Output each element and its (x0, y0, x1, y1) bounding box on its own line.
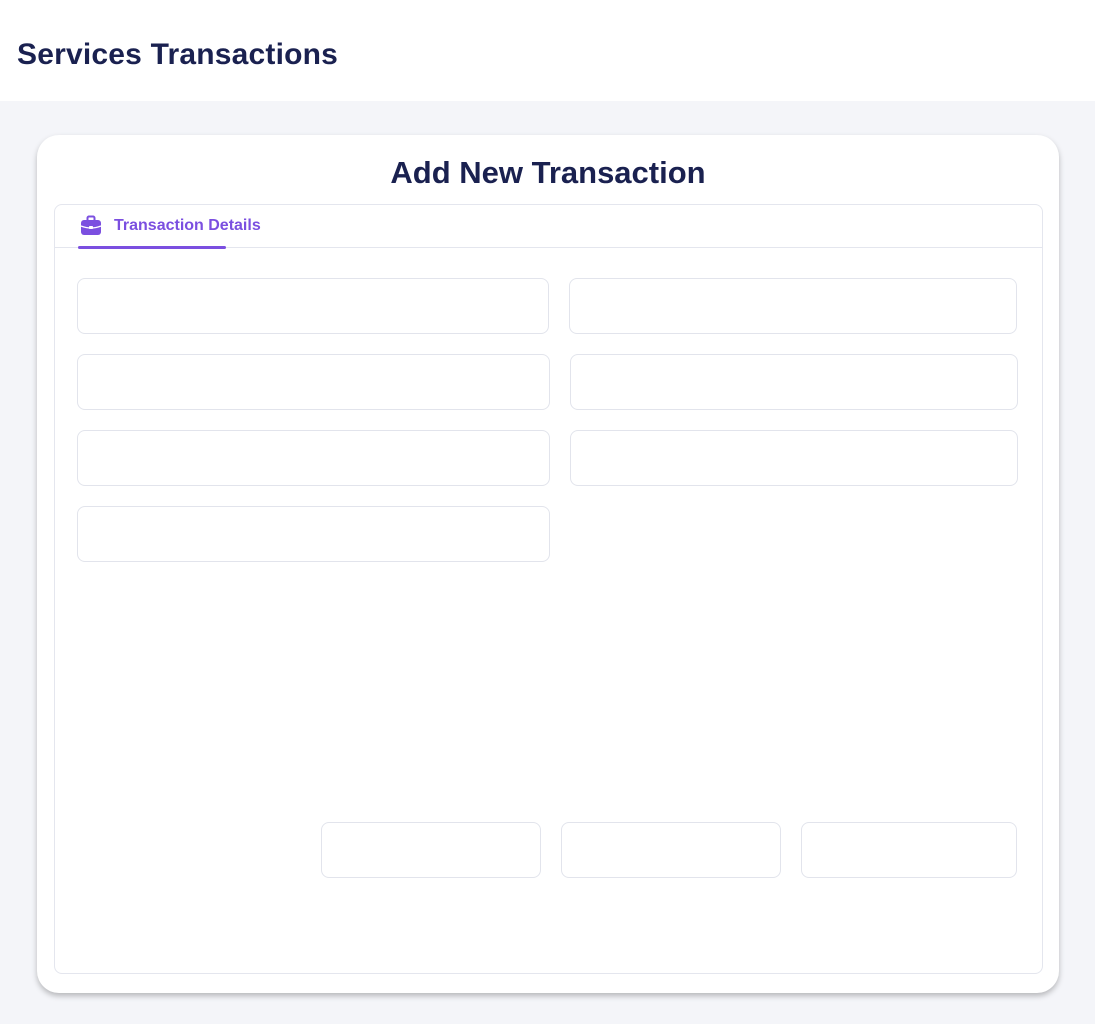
bottom-field-3[interactable] (801, 822, 1017, 878)
tab-label: Transaction Details (114, 216, 261, 234)
active-tab-indicator (78, 246, 226, 249)
text-input[interactable] (570, 279, 1016, 333)
form-field-2[interactable] (569, 278, 1017, 334)
form-field-5[interactable] (77, 430, 550, 486)
bottom-field-1[interactable] (321, 822, 541, 878)
text-input[interactable] (78, 279, 548, 333)
text-input[interactable] (78, 431, 549, 485)
form-field-4[interactable] (570, 354, 1018, 410)
transaction-form-panel: Transaction Details (54, 204, 1043, 974)
text-input[interactable] (571, 355, 1017, 409)
text-input[interactable] (562, 823, 780, 877)
tab-bar: Transaction Details (55, 205, 1042, 249)
text-input[interactable] (322, 823, 540, 877)
text-input[interactable] (571, 431, 1017, 485)
text-input[interactable] (78, 355, 549, 409)
add-transaction-card: Add New Transaction Transaction Details (37, 135, 1059, 993)
form-field-3[interactable] (77, 354, 550, 410)
page-header: Services Transactions (0, 0, 1095, 101)
bottom-field-2[interactable] (561, 822, 781, 878)
tab-transaction-details[interactable]: Transaction Details (78, 205, 263, 249)
text-input[interactable] (78, 507, 549, 561)
form-field-1[interactable] (77, 278, 549, 334)
form-field-6[interactable] (570, 430, 1018, 486)
form-field-7[interactable] (77, 506, 550, 562)
page-title: Services Transactions (17, 38, 339, 71)
text-input[interactable] (802, 823, 1016, 877)
briefcase-icon (80, 215, 102, 237)
card-title: Add New Transaction (390, 155, 706, 190)
